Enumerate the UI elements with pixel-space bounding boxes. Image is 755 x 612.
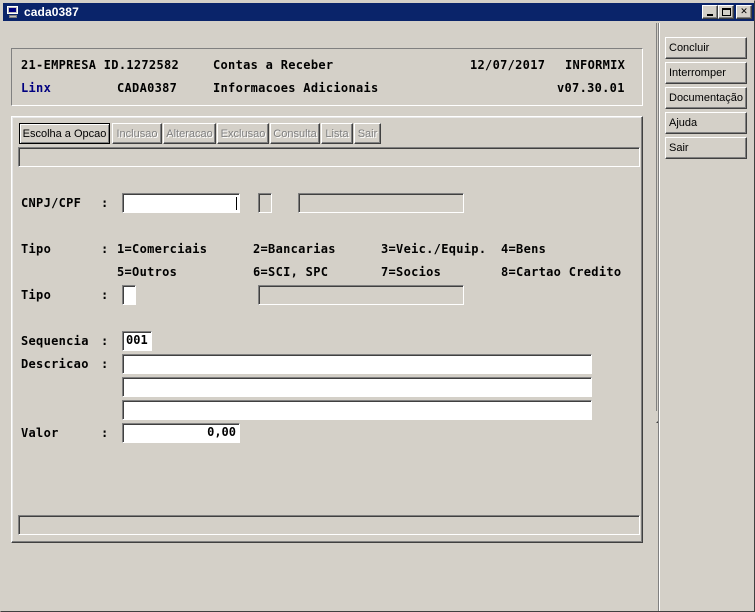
brand-name: Linx	[21, 81, 52, 95]
window-controls: ✕	[702, 5, 752, 19]
cnpj-digit-field[interactable]	[258, 193, 272, 213]
tipo-input[interactable]	[122, 285, 136, 305]
documentacao-button[interactable]: Documentação	[665, 87, 747, 109]
program-header	[11, 48, 643, 106]
consulta-button[interactable]: Consulta	[270, 123, 320, 144]
company-id: 21-EMPRESA ID.1272582	[21, 58, 180, 72]
database-name: INFORMIX	[565, 58, 626, 72]
descricao-input-3[interactable]	[122, 400, 592, 420]
close-button[interactable]: ✕	[736, 5, 752, 19]
escolha-opcao-button[interactable]: Escolha a Opcao	[19, 123, 110, 144]
form-panel	[11, 116, 643, 543]
message-bar	[18, 147, 640, 167]
tipo-label: Tipo	[21, 288, 52, 302]
cnpj-name-field[interactable]	[298, 193, 464, 213]
valor-sep: :	[101, 426, 109, 440]
tipo-option: 4=Bens	[501, 242, 547, 256]
tipo-sep: :	[101, 288, 109, 302]
tipo-option: 6=SCI, SPC	[253, 265, 329, 279]
descricao-label: Descricao	[21, 357, 89, 371]
tipo-description-field[interactable]	[258, 285, 464, 305]
current-date: 12/07/2017	[470, 58, 546, 72]
tipo-option: 2=Bancarias	[253, 242, 336, 256]
sequencia-input[interactable]: 001	[122, 331, 152, 351]
close-icon: ✕	[740, 7, 748, 17]
sair-side-button[interactable]: Sair	[665, 137, 747, 159]
descricao-sep: :	[101, 357, 109, 371]
tipo-option: 3=Veic./Equip.	[381, 242, 487, 256]
concluir-button[interactable]: Concluir	[665, 37, 747, 59]
descricao-input-1[interactable]	[122, 354, 592, 374]
lista-button[interactable]: Lista	[321, 123, 353, 144]
cnpj-sep: :	[101, 196, 109, 210]
sair-button[interactable]: Sair	[354, 123, 381, 144]
exclusao-button[interactable]: Exclusao	[217, 123, 269, 144]
sequencia-sep: :	[101, 334, 109, 348]
alteracao-button[interactable]: Alteracao	[163, 123, 216, 144]
valor-input[interactable]: 0,00	[122, 423, 240, 443]
inclusao-button[interactable]: Inclusao	[112, 123, 162, 144]
cnpj-input[interactable]	[122, 193, 240, 213]
title-bar[interactable]: cada0387 ✕	[3, 3, 754, 21]
descricao-input-2[interactable]	[122, 377, 592, 397]
minimize-icon	[707, 14, 713, 16]
tipo-legend-label: Tipo	[21, 242, 52, 256]
valor-label: Valor	[21, 426, 59, 440]
panel-divider	[656, 23, 657, 411]
status-bar	[18, 515, 640, 535]
module-name: Contas a Receber	[213, 58, 334, 72]
text-cursor	[236, 197, 237, 210]
sequencia-label: Sequencia	[21, 334, 89, 348]
tipo-option: 7=Socios	[381, 265, 442, 279]
tipo-option: 1=Comerciais	[117, 242, 208, 256]
program-code: CADA0387	[117, 81, 178, 95]
ajuda-button[interactable]: Ajuda	[665, 112, 747, 134]
tipo-legend-sep: :	[101, 242, 109, 256]
window-title: cada0387	[24, 5, 79, 19]
command-panel: Concluir Interromper Documentação Ajuda …	[658, 23, 752, 611]
tipo-option: 5=Outros	[117, 265, 178, 279]
minimize-button[interactable]	[702, 5, 718, 19]
screen-title: Informacoes Adicionais	[213, 81, 379, 95]
maximize-icon	[721, 8, 731, 16]
computer-icon[interactable]	[6, 5, 20, 19]
interromper-button[interactable]: Interromper	[665, 62, 747, 84]
tipo-option: 8=Cartao Credito	[501, 265, 622, 279]
version-label: v07.30.01	[557, 81, 625, 95]
maximize-button[interactable]	[718, 5, 734, 19]
app-window: cada0387 ✕ Concluir Interromper Document…	[0, 0, 755, 612]
cnpj-label: CNPJ/CPF	[21, 196, 82, 210]
